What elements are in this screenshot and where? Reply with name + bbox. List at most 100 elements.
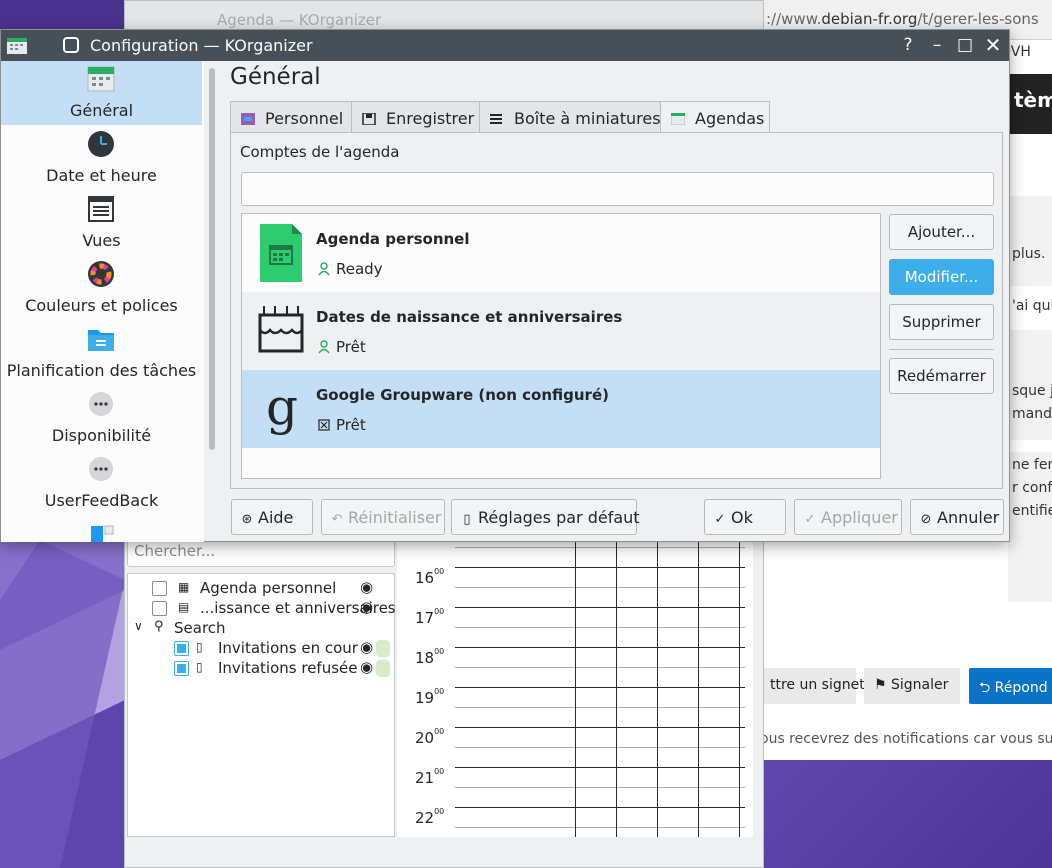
search-icon: ⚲	[154, 619, 164, 634]
sidebar-item-availability[interactable]: Disponibilité	[1, 386, 202, 450]
post-snippet: 'ai qui	[1012, 298, 1052, 314]
checkbox[interactable]	[152, 601, 167, 616]
forum-post-bg	[1008, 196, 1052, 286]
account-name: Dates de naissance et anniversaires	[316, 308, 623, 326]
eye-icon[interactable]: ◉	[360, 638, 373, 656]
hour-label: 1700	[415, 607, 445, 627]
account-name: Google Groupware (non configuré)	[316, 386, 609, 404]
defaults-button[interactable]: ▯ Réglages par défaut	[451, 499, 640, 535]
sidebar-item-label: Vues	[82, 231, 121, 250]
grid-line	[455, 547, 745, 548]
close-icon[interactable]: ✕	[982, 34, 1004, 56]
minimize-icon[interactable]: –	[926, 34, 948, 56]
grid-line	[455, 647, 745, 648]
tab-enregistrer[interactable]: Enregistrer	[351, 101, 480, 133]
url-prefix: ://www.	[766, 10, 822, 28]
help-icon[interactable]: ?	[897, 34, 919, 56]
list-item[interactable]: Dates de naissance et anniversaires Prêt	[242, 292, 880, 370]
lifebuoy-icon: ⊛	[241, 512, 253, 527]
sidebar-item-more[interactable]	[1, 516, 202, 542]
sidebar-scrollbar[interactable]	[209, 68, 215, 450]
grid-line	[455, 767, 745, 768]
birthday-cake-icon	[258, 306, 304, 353]
cancel-button[interactable]: ⊘ Annuler	[910, 499, 1004, 535]
config-sidebar: Général Date et heure Vues Couleurs et p…	[1, 61, 204, 542]
sidebar-item-userfeedback[interactable]: UserFeedBack	[1, 451, 202, 515]
birthday-icon: ▤	[178, 600, 190, 614]
grid-line	[455, 567, 745, 568]
check-icon: ✓	[714, 512, 726, 527]
grid-line	[455, 787, 745, 788]
sidebar-item-general[interactable]: Général	[1, 61, 202, 125]
eye-icon[interactable]: ◉	[360, 598, 373, 616]
help-button[interactable]: ⊛ Aide	[231, 499, 313, 535]
tab-agendas[interactable]: Agendas	[660, 101, 770, 134]
document-icon: ▯	[196, 640, 203, 654]
modify-button[interactable]: Modifier...	[889, 259, 994, 295]
menu-icon	[490, 114, 502, 124]
forum-banner: tème	[1010, 74, 1052, 134]
reset-button[interactable]: ↶ Réinitialiser	[321, 499, 445, 535]
apply-button[interactable]: ✓ Appliquer	[794, 499, 902, 535]
add-button[interactable]: Ajouter...	[889, 214, 994, 250]
sidebar-item-label: Disponibilité	[51, 426, 152, 445]
report-button[interactable]: ⚑ Signaler	[864, 668, 960, 704]
calendar-file-icon	[260, 224, 302, 282]
ok-button[interactable]: ✓ Ok	[704, 499, 786, 535]
restart-button[interactable]: Redémarrer	[889, 358, 994, 394]
account-status: Prêt	[336, 416, 366, 434]
day-column	[698, 537, 699, 837]
list-item[interactable]: g Google Groupware (non configuré) Prêt	[242, 370, 880, 448]
sidebar-item-label: Planification des tâches	[6, 361, 197, 380]
forum-post-bg	[1008, 452, 1052, 602]
keep-above-icon[interactable]	[63, 37, 79, 53]
sidebar-item-date-time[interactable]: Date et heure	[1, 126, 202, 190]
korganizer-app-icon	[7, 38, 27, 54]
checkbox[interactable]	[174, 641, 189, 656]
sidebar-item-colors-fonts[interactable]: Couleurs et polices	[1, 256, 202, 320]
eye-icon[interactable]: ◉	[360, 578, 373, 596]
url-path: /t/gerer-les-sons	[917, 10, 1039, 28]
eye-icon[interactable]: ◉	[360, 658, 373, 676]
reply-button[interactable]: ⮌ Répond	[969, 668, 1052, 704]
day-column	[739, 537, 740, 837]
checkbox[interactable]	[174, 661, 189, 676]
post-snippet: mande	[1012, 406, 1052, 422]
checkbox[interactable]	[152, 581, 167, 596]
sidebar-item-label: Couleurs et polices	[25, 296, 178, 315]
user-online-icon	[318, 340, 330, 354]
calendar-icon: ▦	[178, 580, 190, 594]
grid-line	[455, 627, 745, 628]
document-icon: ▯	[196, 660, 203, 674]
maximize-icon[interactable]: □	[954, 34, 976, 56]
color-wheel-icon	[88, 261, 114, 287]
dialog-titlebar[interactable]: Configuration — KOrganizer ? – □ ✕	[1, 30, 1009, 61]
configuration-dialog: Configuration — KOrganizer ? – □ ✕ Génér…	[0, 29, 1010, 542]
grid-line	[455, 807, 745, 808]
tab-boite-miniatures[interactable]: Boîte à miniatures	[479, 101, 661, 133]
tab-personnel[interactable]: Personnel	[230, 101, 352, 133]
day-column	[657, 537, 658, 837]
bookmark-button[interactable]: ttre un signet	[760, 668, 865, 704]
hour-label: 2100	[415, 767, 445, 787]
accounts-filter-input[interactable]	[241, 172, 994, 206]
separator	[889, 349, 994, 350]
calendar-icon	[87, 66, 115, 92]
color-swatch	[376, 660, 390, 677]
delete-button[interactable]: Supprimer	[889, 304, 994, 340]
korganizer-title: Agenda — KOrganizer	[217, 11, 382, 29]
agenda-timeline[interactable]: 1500 1600 1700 1800 1900 2000 2100 2200	[397, 537, 753, 837]
list-item[interactable]: Agenda personnel Ready	[242, 214, 880, 292]
calendar-icon	[671, 113, 685, 125]
sidebar-item-label: Général	[69, 101, 134, 120]
sidebar-item-label: Date et heure	[46, 166, 157, 185]
accounts-label: Comptes de l'agenda	[240, 143, 400, 161]
sidebar-item-views[interactable]: Vues	[1, 191, 202, 255]
chevron-down-icon[interactable]: ∨	[134, 619, 143, 633]
clock-icon	[88, 131, 114, 157]
undo-icon: ↶	[331, 512, 343, 527]
svg-text:g: g	[266, 380, 298, 436]
hour-label: 2000	[415, 727, 445, 747]
sidebar-item-scheduling[interactable]: Planification des tâches	[1, 321, 202, 385]
day-column	[575, 537, 576, 837]
